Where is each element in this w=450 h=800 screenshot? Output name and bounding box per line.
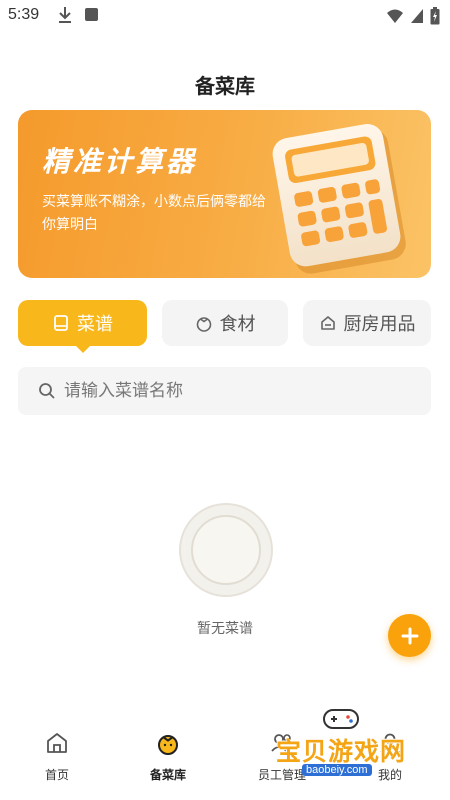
search-input[interactable] [64,381,424,401]
search-bar [18,367,431,415]
plus-icon [401,627,418,644]
tab-recipes-label: 菜谱 [77,314,113,334]
add-button[interactable] [388,614,431,657]
watermark-text: 宝贝游戏网 [276,738,407,766]
house-icon [320,316,335,330]
status-bar: 5:39 [0,0,450,32]
gamepad-icon [323,709,359,729]
status-time: 5:39 [8,6,40,23]
battery-icon [430,7,440,25]
nav-home-label: 首页 [44,768,69,782]
nav-pantry-label: 备菜库 [149,768,186,782]
banner-description: 买菜算账不糊涂，小数点后俩零都给你算明白 [42,193,266,232]
download-icon [59,7,71,23]
tab-kitchenware[interactable]: 厨房用品 [303,300,431,346]
watermark: 宝贝游戏网 baobeiy.com [272,700,422,780]
nav-home[interactable]: 首页 [7,722,107,792]
home-icon [47,733,67,753]
watermark-url: baobeiy.com [302,764,372,776]
a-icon [85,8,98,21]
calculator-illustration [272,124,406,274]
tab-kitchenware-label: 厨房用品 [343,314,416,334]
empty-state-text: 暂无菜谱 [197,620,253,636]
category-tabs: 菜谱 食材 厨房用品 [18,300,431,353]
banner-title: 精准计算器 [42,146,198,177]
nav-pantry[interactable]: 备菜库 [118,722,218,792]
tomato-icon [196,317,211,332]
tab-ingredients[interactable]: 食材 [162,300,288,346]
tab-recipes[interactable]: 菜谱 [18,300,147,353]
tomato-icon [158,735,178,755]
empty-plate-icon [179,503,273,597]
search-icon [39,383,55,399]
calculator-banner[interactable]: 精准计算器 买菜算账不糊涂，小数点后俩零都给你算明白 [18,110,431,278]
book-icon [54,315,68,331]
tab-ingredients-label: 食材 [219,314,256,334]
signal-icon [411,9,423,23]
page-title: 备菜库 [195,76,255,98]
wifi-icon [387,9,403,23]
status-indicators [386,7,440,25]
